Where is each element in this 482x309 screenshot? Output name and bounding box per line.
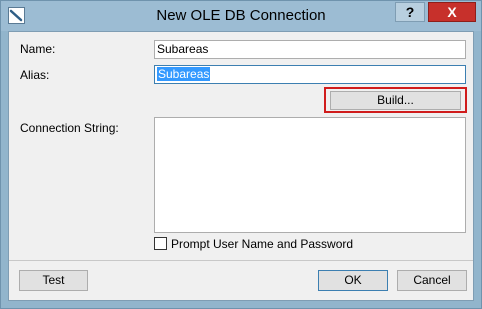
test-button[interactable]: Test — [19, 270, 88, 291]
connection-string-label: Connection String: — [20, 121, 119, 135]
help-icon: ? — [405, 4, 415, 20]
title-bar[interactable]: New OLE DB Connection ? X — [1, 1, 481, 31]
alias-value: Subareas — [157, 67, 211, 81]
prompt-checkbox[interactable] — [154, 237, 167, 250]
cancel-button[interactable]: Cancel — [397, 270, 467, 291]
close-icon: X — [447, 4, 457, 20]
help-button[interactable]: ? — [395, 2, 425, 22]
close-button[interactable]: X — [428, 2, 476, 22]
alias-label: Alias: — [20, 68, 50, 82]
build-button[interactable]: Build... — [330, 91, 461, 110]
name-field[interactable]: Subareas — [154, 40, 466, 59]
footer-divider — [9, 260, 473, 261]
prompt-label[interactable]: Prompt User Name and Password — [171, 237, 353, 251]
dialog-body: Name: Subareas Alias: Subareas Build... … — [8, 31, 474, 301]
name-value: Subareas — [157, 42, 209, 56]
alias-field[interactable]: Subareas — [154, 65, 466, 84]
ok-button[interactable]: OK — [318, 270, 388, 291]
dialog-window: New OLE DB Connection ? X Name: Subareas… — [0, 0, 482, 309]
name-label: Name: — [20, 42, 56, 56]
connection-string-field[interactable] — [154, 117, 466, 233]
